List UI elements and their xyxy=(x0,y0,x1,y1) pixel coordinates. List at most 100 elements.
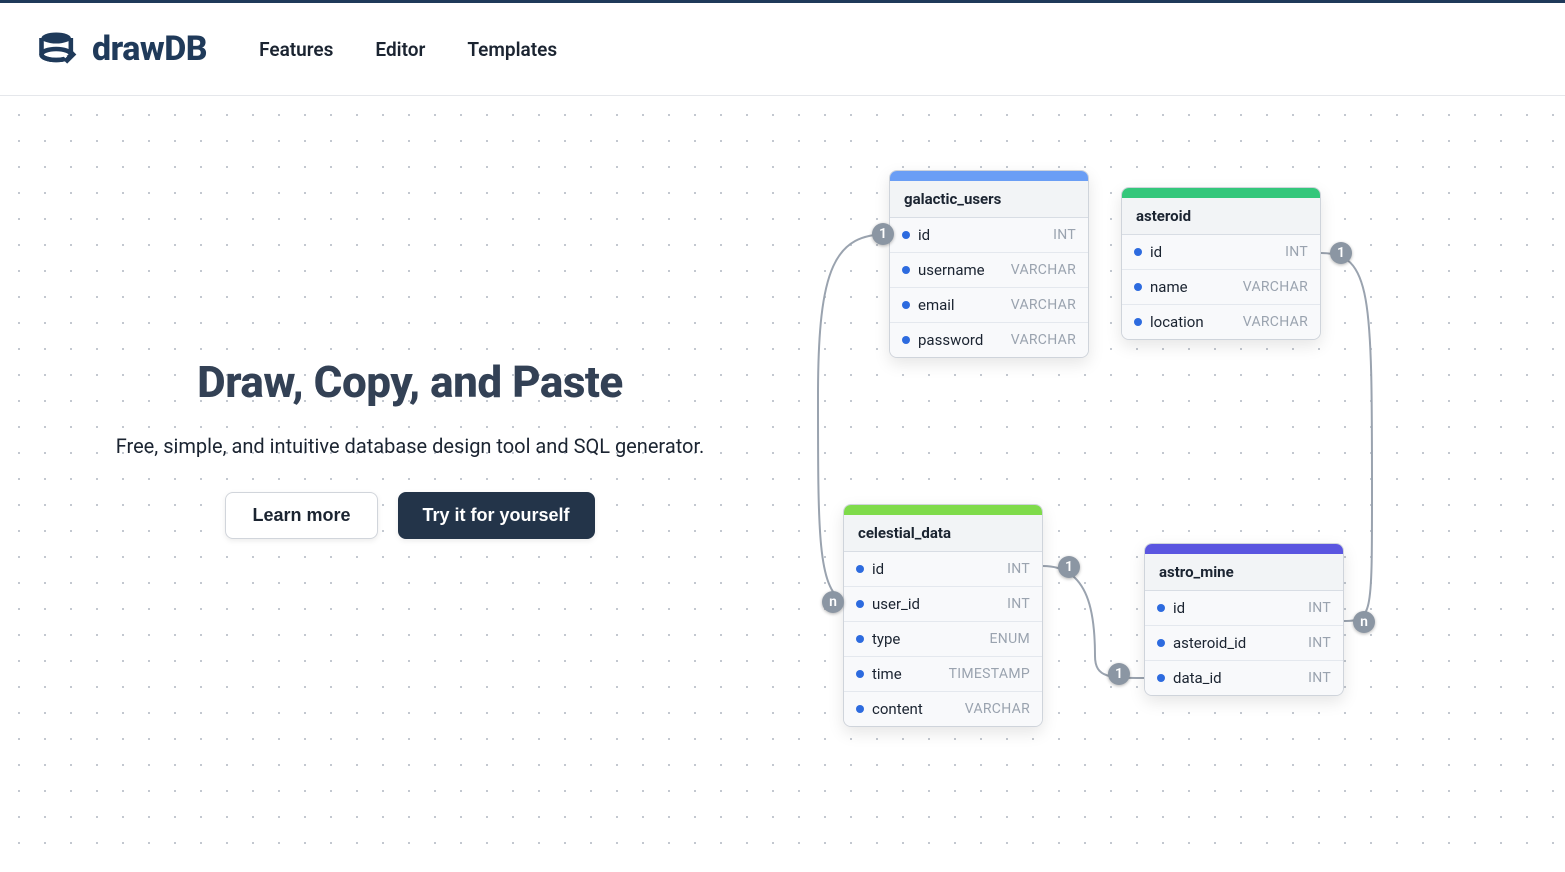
table-field-row[interactable]: name VARCHAR xyxy=(1122,269,1320,304)
table-galactic-users[interactable]: galactic_users idINTusernameVARCHARemail… xyxy=(889,170,1089,358)
table-field-row[interactable]: content VARCHAR xyxy=(844,691,1042,726)
table-field-row[interactable]: id INT xyxy=(1145,591,1343,625)
field-name-text: time xyxy=(872,665,902,683)
brand-name: drawDB xyxy=(92,29,207,69)
field-name-text: id xyxy=(1150,243,1162,261)
field-name-text: id xyxy=(918,226,930,244)
field-dot-icon xyxy=(902,301,910,309)
field-type: INT xyxy=(1308,600,1331,616)
cardinality-badge: 1 xyxy=(1058,556,1080,578)
table-field-row[interactable]: idINT xyxy=(890,218,1088,252)
cardinality-badge: 1 xyxy=(1330,242,1352,264)
nav-editor[interactable]: Editor xyxy=(375,38,425,61)
field-name-text: location xyxy=(1150,313,1204,331)
field-dot-icon xyxy=(856,635,864,643)
table-body: idINTusernameVARCHARemailVARCHARpassword… xyxy=(890,218,1088,357)
field-name: location xyxy=(1134,313,1204,331)
field-name-text: type xyxy=(872,630,900,648)
field-dot-icon xyxy=(902,231,910,239)
table-field-row[interactable]: location VARCHAR xyxy=(1122,304,1320,339)
field-type: INT xyxy=(1308,635,1331,651)
table-field-row[interactable]: idINT xyxy=(1122,235,1320,269)
field-type: INT xyxy=(1007,596,1030,612)
table-body: id INT asteroid_id INT data_id INT xyxy=(1145,591,1343,695)
table-field-row[interactable]: id INT xyxy=(844,552,1042,586)
cardinality-badge: n xyxy=(1353,611,1375,633)
table-field-row[interactable]: username VARCHAR xyxy=(890,252,1088,287)
table-field-row[interactable]: typeENUM xyxy=(844,621,1042,656)
field-name: content xyxy=(856,700,923,718)
field-name: id xyxy=(856,560,884,578)
table-field-row[interactable]: asteroid_id INT xyxy=(1145,625,1343,660)
field-name-text: id xyxy=(1173,599,1185,617)
field-type: VARCHAR xyxy=(1243,279,1308,295)
field-name-text: id xyxy=(872,560,884,578)
field-dot-icon xyxy=(1157,639,1165,647)
table-celestial-data[interactable]: celestial_data idINTuser_idINTtypeENUMti… xyxy=(843,504,1043,727)
field-dot-icon xyxy=(1134,283,1142,291)
hero-subtitle: Free, simple, and intuitive database des… xyxy=(90,434,730,458)
cardinality-badge: 1 xyxy=(872,223,894,245)
table-title: asteroid xyxy=(1122,198,1320,235)
field-name: type xyxy=(856,630,900,648)
brand-logo-icon xyxy=(36,27,80,71)
field-dot-icon xyxy=(856,705,864,713)
field-dot-icon xyxy=(1157,674,1165,682)
field-dot-icon xyxy=(1157,604,1165,612)
field-name: id xyxy=(1157,599,1185,617)
try-it-button[interactable]: Try it for yourself xyxy=(398,492,595,539)
table-field-row[interactable]: user_id INT xyxy=(844,586,1042,621)
field-name: id xyxy=(1134,243,1162,261)
table-astro-mine[interactable]: astro_mine id INT asteroid_id INT data_id INT xyxy=(1144,543,1344,696)
field-name-text: email xyxy=(918,296,955,314)
header: drawDB Features Editor Templates xyxy=(0,3,1565,96)
field-name-text: username xyxy=(918,261,985,279)
table-accent xyxy=(1145,544,1343,554)
canvas[interactable]: Draw, Copy, and Paste Free, simple, and … xyxy=(0,96,1565,868)
table-field-row[interactable]: data_id INT xyxy=(1145,660,1343,695)
field-dot-icon xyxy=(1134,318,1142,326)
field-type: INT xyxy=(1007,561,1030,577)
field-type: VARCHAR xyxy=(1011,332,1076,348)
field-dot-icon xyxy=(1134,248,1142,256)
field-dot-icon xyxy=(902,336,910,344)
field-dot-icon xyxy=(856,565,864,573)
nav-templates[interactable]: Templates xyxy=(467,38,557,61)
field-name: data_id xyxy=(1157,669,1222,687)
table-body: id INT user_id INT typeENUM time TIMESTAMP cont… xyxy=(844,552,1042,726)
field-name-text: name xyxy=(1150,278,1188,296)
field-name-text: password xyxy=(918,331,983,349)
field-name: time xyxy=(856,665,902,683)
field-type: VARCHAR xyxy=(1011,262,1076,278)
field-name-text: data_id xyxy=(1173,669,1222,687)
field-name-text: user_id xyxy=(872,595,920,613)
nav: Features Editor Templates xyxy=(259,38,557,61)
field-name: asteroid_id xyxy=(1157,634,1246,652)
field-type: VARCHAR xyxy=(1011,297,1076,313)
table-asteroid[interactable]: asteroid idINT name VARCHAR location VARCHAR xyxy=(1121,187,1321,340)
field-dot-icon xyxy=(856,600,864,608)
hero: Draw, Copy, and Paste Free, simple, and … xyxy=(90,356,730,539)
brand[interactable]: drawDB xyxy=(36,27,207,71)
table-accent xyxy=(1122,188,1320,198)
field-type: VARCHAR xyxy=(965,701,1030,717)
field-type: VARCHAR xyxy=(1243,314,1308,330)
table-title: astro_mine xyxy=(1145,554,1343,591)
field-name-text: asteroid_id xyxy=(1173,634,1246,652)
table-accent xyxy=(844,505,1042,515)
field-type: INT xyxy=(1308,670,1331,686)
table-field-row[interactable]: email VARCHAR xyxy=(890,287,1088,322)
nav-features[interactable]: Features xyxy=(259,38,333,61)
field-name: email xyxy=(902,296,955,314)
table-body: idINT name VARCHAR location VARCHAR xyxy=(1122,235,1320,339)
field-name: password xyxy=(902,331,983,349)
field-name: name xyxy=(1134,278,1188,296)
field-name: username xyxy=(902,261,985,279)
field-dot-icon xyxy=(856,670,864,678)
field-type: TIMESTAMP xyxy=(949,666,1030,682)
cardinality-badge: 1 xyxy=(1108,663,1130,685)
table-title: celestial_data xyxy=(844,515,1042,552)
table-field-row[interactable]: time TIMESTAMP xyxy=(844,656,1042,691)
table-field-row[interactable]: password VARCHAR xyxy=(890,322,1088,357)
learn-more-button[interactable]: Learn more xyxy=(225,492,377,539)
